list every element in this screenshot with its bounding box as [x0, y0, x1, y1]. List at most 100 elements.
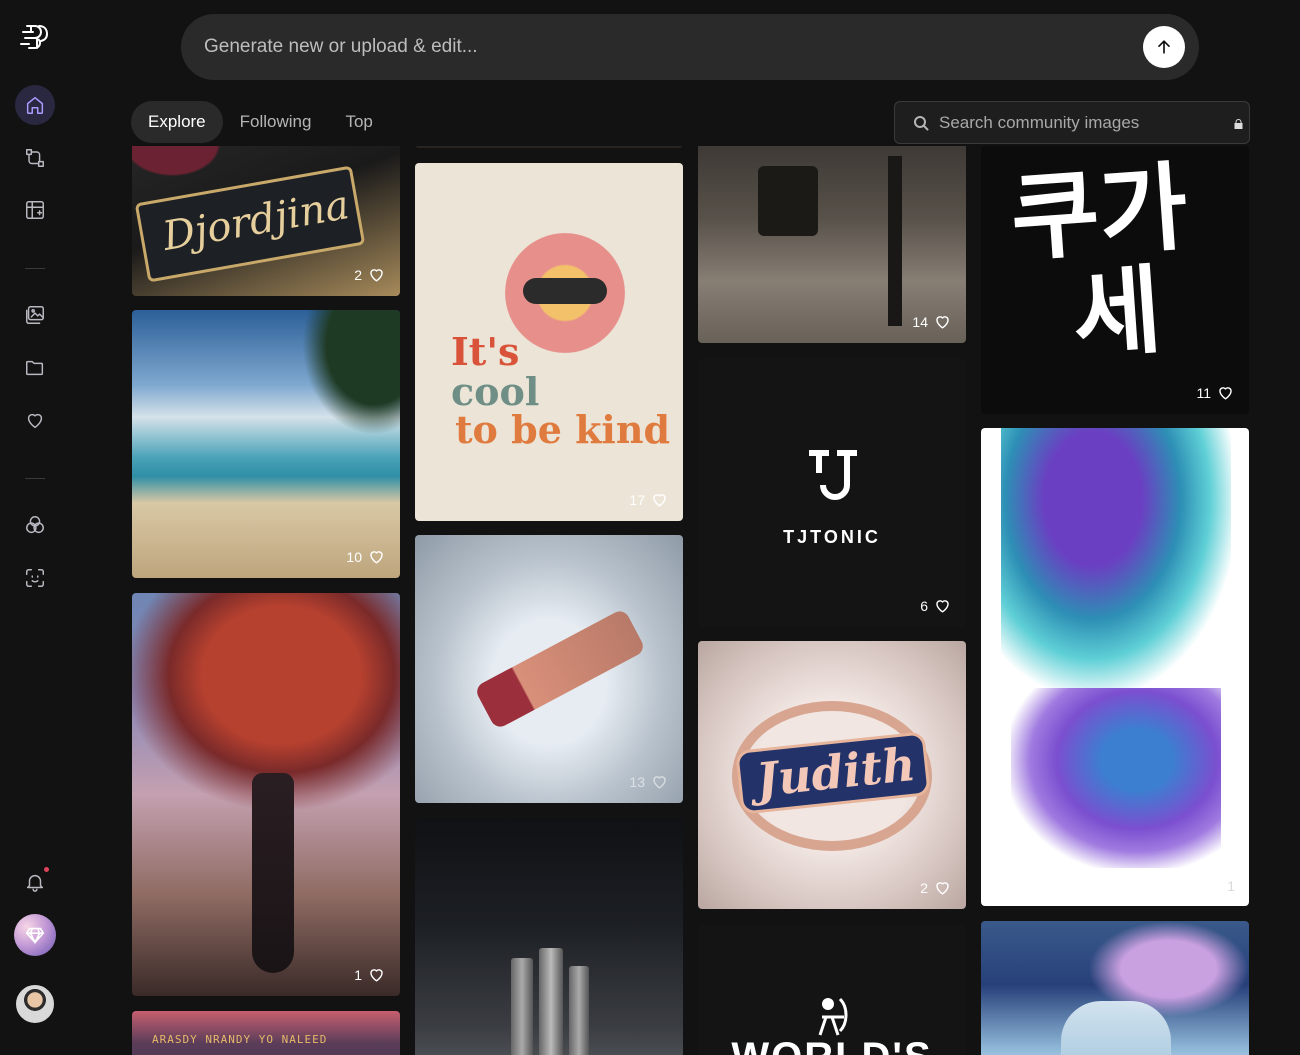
gallery-card[interactable]: TJTONIC 6 — [698, 359, 966, 627]
tab-explore[interactable]: Explore — [131, 101, 223, 143]
community-search — [894, 101, 1250, 144]
prompt-bar — [181, 14, 1199, 80]
gallery-card[interactable]: 쿠가 세 11 — [981, 146, 1249, 414]
card-text-line: It's — [451, 329, 520, 374]
heart-icon — [653, 494, 666, 507]
archer-icon — [814, 995, 850, 1039]
palm-tree — [290, 310, 400, 450]
lock-icon — [1234, 119, 1243, 129]
image-gallery: Djordjina 2 10 1 ARASDY NRANDY YO NALEED… — [130, 146, 1252, 1055]
like-button[interactable]: 2 — [354, 265, 386, 284]
like-button[interactable]: 14 — [912, 312, 952, 331]
card-text-line: cool — [451, 369, 540, 414]
sidebar-item-workflows[interactable] — [15, 138, 55, 178]
sidebar-item-folders[interactable] — [15, 348, 55, 388]
like-button[interactable]: 17 — [629, 490, 669, 509]
gallery-card[interactable]: Djordjina 2 — [132, 146, 400, 296]
prompt-input[interactable] — [204, 14, 1104, 80]
sidebar-item-images[interactable] — [15, 295, 55, 335]
heart-icon — [370, 969, 383, 982]
like-button[interactable]: 11 — [1196, 383, 1235, 402]
avatar[interactable] — [16, 985, 54, 1023]
workflow-icon — [26, 149, 44, 167]
gem-icon — [25, 927, 45, 945]
like-button[interactable]: 2 — [920, 878, 952, 897]
card-text-line: to be kind — [455, 407, 671, 452]
sidebar-item-face[interactable] — [15, 558, 55, 598]
sidebar-item-home[interactable] — [15, 85, 55, 125]
tab-top[interactable]: Top — [328, 101, 389, 143]
like-count: 11 — [1196, 384, 1211, 401]
carriage-graphic — [758, 166, 818, 236]
home-icon — [26, 96, 44, 114]
gallery-card[interactable]: 14 — [698, 146, 966, 343]
tjtonic-logo-icon — [805, 447, 861, 507]
like-count: 17 — [629, 491, 645, 508]
lamppost-graphic — [888, 156, 902, 326]
heart-icon — [370, 551, 383, 564]
sidebar — [0, 0, 70, 1055]
images-icon — [26, 306, 44, 324]
notification-badge — [43, 866, 50, 873]
woman-figure — [252, 773, 294, 973]
gallery-card[interactable]: 1 — [132, 593, 400, 996]
like-button[interactable]: 10 — [346, 547, 386, 566]
gallery-card[interactable] — [415, 818, 683, 1055]
like-count: 2 — [920, 879, 928, 896]
sidebar-item-likes[interactable] — [15, 400, 55, 440]
card-headline: WORLD'S — [698, 1035, 966, 1055]
search-input[interactable] — [939, 102, 1219, 143]
like-count-faint: 1 — [1227, 878, 1235, 894]
gallery-card[interactable]: ARASDY NRANDY YO NALEED — [132, 1011, 400, 1055]
feed-tabs: Explore Following Top — [131, 101, 390, 143]
bottle-graphic — [539, 948, 563, 1055]
like-count: 2 — [354, 266, 362, 283]
heart-icon — [936, 316, 949, 329]
like-button[interactable]: 6 — [920, 596, 952, 615]
logo-icon[interactable] — [17, 18, 51, 52]
add-board-icon — [26, 201, 44, 219]
sidebar-item-blend[interactable] — [15, 505, 55, 545]
ink-smoke — [1001, 428, 1231, 688]
dolphin-graphic — [1011, 688, 1221, 868]
heart-icon — [370, 269, 383, 282]
blend-icon — [26, 516, 44, 534]
like-count: 13 — [629, 773, 645, 790]
arrow-up-icon — [1158, 40, 1170, 54]
like-count: 10 — [346, 548, 362, 565]
like-count: 6 — [920, 597, 928, 614]
folder-icon — [26, 360, 44, 376]
heart-icon — [1219, 387, 1232, 400]
heart-icon — [653, 776, 666, 789]
sidebar-item-new-board[interactable] — [15, 190, 55, 230]
bell-icon — [26, 874, 44, 892]
bottle-graphic — [511, 958, 533, 1055]
card-text-line: 세 — [1069, 257, 1165, 370]
gallery-card[interactable]: Judith 2 — [698, 641, 966, 909]
glass-object — [1061, 1001, 1171, 1055]
search-icon — [914, 116, 929, 131]
gallery-card[interactable]: 10 — [132, 310, 400, 578]
submit-button[interactable] — [1143, 26, 1185, 68]
sidebar-divider — [25, 268, 45, 269]
like-count: 14 — [912, 313, 928, 330]
tab-following[interactable]: Following — [223, 101, 329, 143]
heart-icon — [936, 600, 949, 613]
card-text-line: 쿠가 — [1007, 153, 1192, 274]
bottle-graphic — [569, 966, 589, 1055]
like-button[interactable]: 1 — [354, 965, 386, 984]
gallery-card[interactable] — [415, 146, 683, 148]
gallery-card[interactable]: It's cool to be kind 17 — [415, 163, 683, 521]
face-scan-icon — [26, 569, 44, 587]
brand-name: TJTONIC — [783, 527, 881, 547]
gallery-card[interactable]: 13 — [415, 535, 683, 803]
gallery-card[interactable] — [981, 921, 1249, 1055]
like-button[interactable]: 13 — [629, 772, 669, 791]
sidebar-divider — [25, 478, 45, 479]
lipstick-graphic — [473, 607, 647, 731]
gallery-card[interactable]: WORLD'S — [698, 925, 966, 1055]
upgrade-button[interactable] — [14, 914, 56, 956]
card-caption: ARASDY NRANDY YO NALEED — [152, 1033, 328, 1046]
like-count: 1 — [354, 966, 362, 983]
gallery-card[interactable]: 1 — [981, 428, 1249, 906]
